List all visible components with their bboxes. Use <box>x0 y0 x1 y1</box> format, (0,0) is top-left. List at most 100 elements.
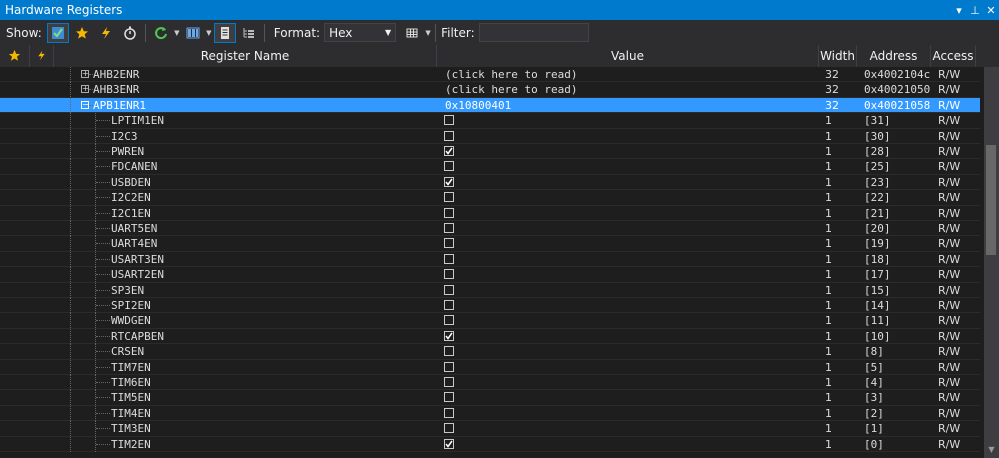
register-name-column-header[interactable]: Register Name <box>54 45 437 67</box>
bitfield-row[interactable]: PWREN 1 [28] R/W <box>0 144 980 160</box>
checkmark-icon <box>445 440 453 448</box>
register-width: 1 <box>825 268 832 282</box>
favorite-column-header[interactable] <box>0 45 30 67</box>
bitfield-row[interactable]: TIM2EN 1 [0] R/W <box>0 436 980 452</box>
register-value[interactable]: 0x10800401 <box>445 98 815 113</box>
bit-checkbox[interactable] <box>444 269 454 280</box>
bit-checkbox[interactable] <box>444 392 454 403</box>
show-label: Show: <box>6 25 42 40</box>
format-select[interactable]: Hex ▼ <box>324 23 397 42</box>
bit-checkbox[interactable] <box>444 253 454 264</box>
register-row[interactable]: − APB1ENR1 0x10800401 32 0x40021058 R/W <box>0 97 980 114</box>
bitfield-row[interactable]: I2C1EN 1 [21] R/W <box>0 205 980 221</box>
tree-guide <box>96 428 110 430</box>
tree-guide <box>96 412 110 414</box>
access-column-header[interactable]: Access <box>931 45 976 67</box>
bitfield-row[interactable]: LPTIM1EN 1 [31] R/W <box>0 113 980 129</box>
register-access: R/W <box>938 422 961 436</box>
bit-checkbox[interactable] <box>444 207 454 218</box>
bitfield-row[interactable]: CRSEN 1 [8] R/W <box>0 344 980 360</box>
scroll-down-arrow-icon[interactable]: ▼ <box>984 442 999 458</box>
auto-refresh-toggle[interactable] <box>119 23 141 43</box>
filter-input[interactable] <box>478 23 589 42</box>
bitfield-row[interactable]: I2C2EN 1 [22] R/W <box>0 190 980 206</box>
bitfield-row[interactable]: SPI2EN 1 [14] R/W <box>0 298 980 314</box>
bit-checkbox[interactable] <box>444 315 454 326</box>
bitfield-row[interactable]: TIM7EN 1 [5] R/W <box>0 359 980 375</box>
expand-icon[interactable]: + <box>81 70 89 78</box>
bit-checkbox[interactable] <box>444 192 454 203</box>
register-address: [8] <box>864 345 884 359</box>
tree-guide <box>96 166 110 168</box>
bitfield-row[interactable]: WWDGEN 1 [11] R/W <box>0 313 980 329</box>
bitfield-row[interactable]: TIM5EN 1 [3] R/W <box>0 390 980 406</box>
tree-view-toggle[interactable] <box>238 23 260 43</box>
address-column-header[interactable]: Address <box>857 45 931 67</box>
register-access: R/W <box>938 360 961 374</box>
expand-icon[interactable]: + <box>81 85 89 94</box>
bit-checkbox[interactable] <box>444 161 454 172</box>
show-favorites-toggle[interactable] <box>71 23 93 43</box>
tree-guide <box>96 382 110 383</box>
register-width: 1 <box>825 391 832 405</box>
grid-settings-button[interactable] <box>401 23 423 43</box>
window-menu-dropdown-icon[interactable]: ▾ <box>951 4 967 17</box>
register-name: I2C3 <box>111 129 138 143</box>
bitfield-row[interactable]: UART4EN 1 [19] R/W <box>0 236 980 252</box>
bit-checkbox[interactable] <box>444 300 454 310</box>
bit-checkbox[interactable] <box>444 346 454 357</box>
bit-checkbox[interactable] <box>444 423 454 434</box>
bitfield-row[interactable]: UART5EN 1 [20] R/W <box>0 221 980 237</box>
width-column-header[interactable]: Width <box>819 45 857 67</box>
register-access: R/W <box>938 391 961 405</box>
register-row[interactable]: + AHB3ENR (click here to read) 32 0x40021050… <box>0 82 980 98</box>
tree-guide <box>96 289 110 291</box>
collapse-icon[interactable]: − <box>81 100 89 109</box>
grid-settings-dropdown-icon[interactable]: ▼ <box>424 29 432 37</box>
show-all-toggle[interactable] <box>46 22 69 43</box>
register-value[interactable]: (click here to read) <box>445 67 815 82</box>
bit-checkbox[interactable] <box>444 238 454 249</box>
changed-column-header[interactable] <box>30 45 54 67</box>
bit-checkbox-checked[interactable] <box>444 438 454 449</box>
bit-checkbox-checked[interactable] <box>444 176 454 187</box>
columns-dropdown-icon[interactable]: ▼ <box>205 29 213 37</box>
register-width: 1 <box>825 406 832 420</box>
scrollbar-thumb[interactable] <box>986 145 996 255</box>
refresh-button[interactable] <box>150 23 172 43</box>
vertical-scrollbar[interactable] <box>984 67 999 458</box>
bitfield-row[interactable]: USART2EN 1 [17] R/W <box>0 267 980 283</box>
register-access: R/W <box>938 268 961 282</box>
columns-button[interactable] <box>182 23 204 43</box>
toolbar-separator <box>144 23 146 42</box>
bitfield-row[interactable]: TIM3EN 1 [1] R/W <box>0 421 980 437</box>
bit-checkbox-checked[interactable] <box>444 330 454 341</box>
show-changed-toggle[interactable] <box>95 23 117 43</box>
bit-checkbox[interactable] <box>444 115 454 126</box>
bitfield-row[interactable]: USBDEN 1 [23] R/W <box>0 174 980 191</box>
bitfield-row[interactable]: SP3EN 1 [15] R/W <box>0 282 980 298</box>
bit-checkbox[interactable] <box>444 407 454 418</box>
bit-checkbox-checked[interactable] <box>444 146 454 156</box>
bit-checkbox[interactable] <box>444 284 454 295</box>
bit-checkbox[interactable] <box>444 377 454 387</box>
register-row[interactable]: + AHB2ENR (click here to read) 32 0x4002104c… <box>0 67 980 83</box>
tree-guide <box>70 144 71 159</box>
register-value[interactable]: (click here to read) <box>445 82 815 97</box>
bitfield-row[interactable]: FDCANEN 1 [25] R/W <box>0 159 980 175</box>
register-name: TIM3EN <box>111 422 151 436</box>
close-icon[interactable]: ✕ <box>983 4 999 17</box>
pin-icon[interactable]: ⊥ <box>967 4 983 17</box>
details-view-toggle[interactable] <box>213 22 236 43</box>
bitfield-row[interactable]: TIM4EN 1 [2] R/W <box>0 405 980 422</box>
bit-checkbox[interactable] <box>444 361 454 372</box>
bit-checkbox[interactable] <box>444 223 454 233</box>
value-column-header[interactable]: Value <box>437 45 819 67</box>
bitfield-row[interactable]: I2C3 1 [30] R/W <box>0 128 980 144</box>
bitfield-row[interactable]: RTCAPBEN 1 [10] R/W <box>0 328 980 345</box>
format-value: Hex <box>329 25 353 40</box>
bit-checkbox[interactable] <box>444 130 454 141</box>
refresh-dropdown-icon[interactable]: ▼ <box>173 29 181 37</box>
bitfield-row[interactable]: TIM6EN 1 [4] R/W <box>0 375 980 391</box>
bitfield-row[interactable]: USART3EN 1 [18] R/W <box>0 251 980 268</box>
